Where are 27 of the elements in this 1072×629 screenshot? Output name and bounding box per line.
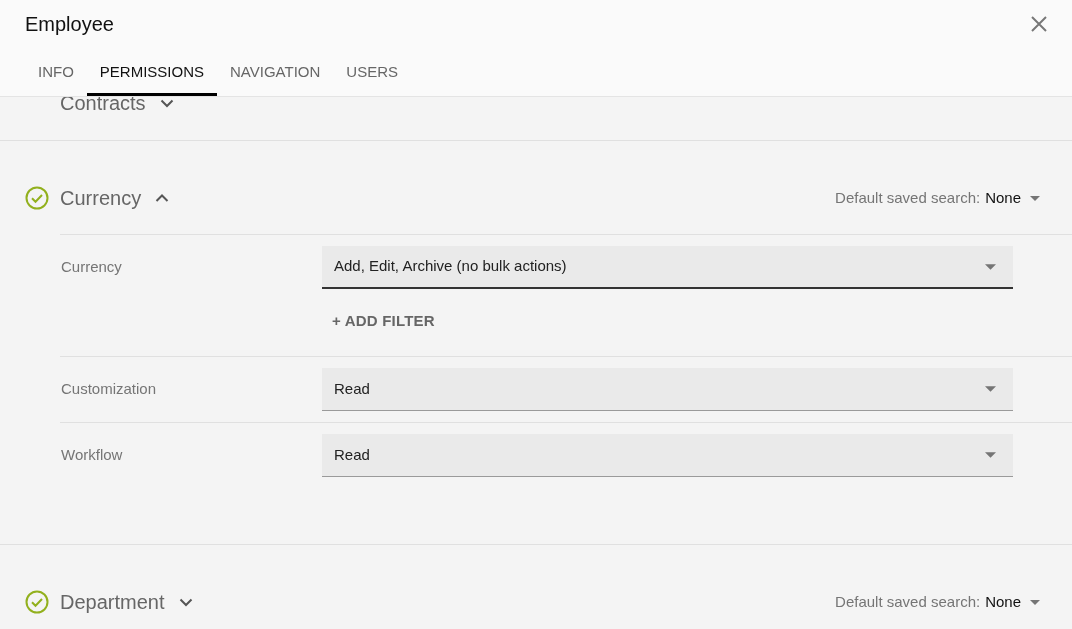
caret-icon <box>985 386 996 392</box>
section-title: Department <box>60 590 165 615</box>
close-button[interactable] <box>1031 16 1047 32</box>
close-icon <box>1031 16 1047 32</box>
saved-search-label: Default saved search: <box>835 591 981 612</box>
permission-label: Customization <box>60 379 157 400</box>
permission-select[interactable]: Read <box>322 434 1013 477</box>
expand-button[interactable] <box>159 97 174 110</box>
tab[interactable]: USERS <box>333 48 411 96</box>
permission-select[interactable]: Read <box>322 368 1013 411</box>
saved-search-dropdown[interactable]: None <box>985 186 1040 210</box>
saved-search-label: Default saved search: <box>835 187 981 208</box>
saved-search-dropdown[interactable]: None <box>985 590 1040 614</box>
permission-label: Currency <box>60 257 122 278</box>
tab[interactable]: INFO <box>25 48 87 96</box>
caret-icon <box>1030 195 1040 201</box>
chevron-down-icon <box>159 97 174 110</box>
tab[interactable]: NAVIGATION <box>217 48 334 96</box>
permission-select[interactable]: Add, Edit, Archive (no bulk actions) <box>322 246 1013 289</box>
caret-icon <box>985 452 996 458</box>
section-title: Currency <box>60 186 142 211</box>
dialog-title: Employee <box>25 12 114 37</box>
add-filter-button[interactable]: + ADD FILTER <box>322 305 445 337</box>
tab[interactable]: PERMISSIONS <box>86 48 218 96</box>
caret-icon <box>985 263 996 270</box>
caret-icon <box>1030 599 1040 605</box>
permission-label: Workflow <box>60 445 123 466</box>
